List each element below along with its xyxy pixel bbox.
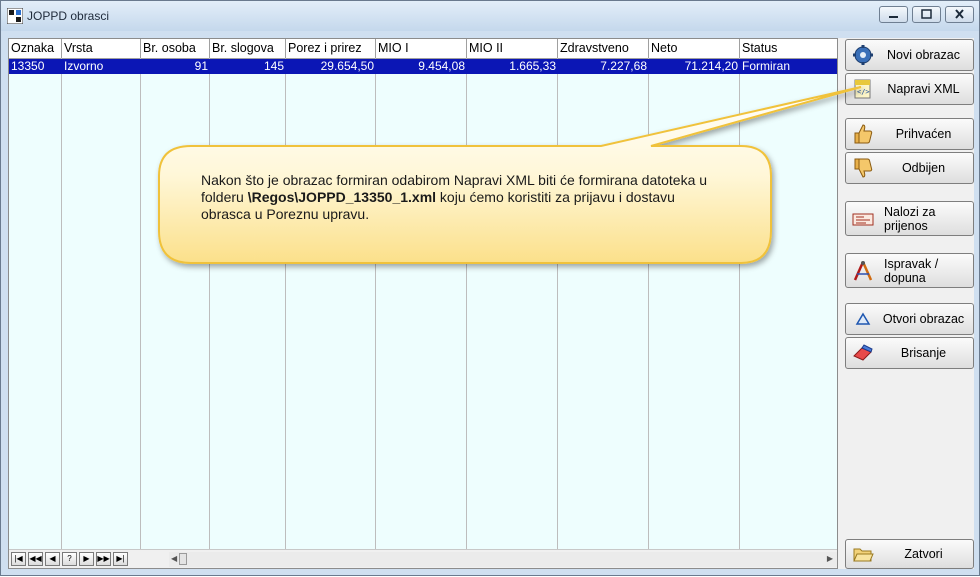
col-header-porez[interactable]: Porez i prirez [286, 39, 376, 58]
open-folder-icon [853, 548, 874, 562]
col-header-br-slogova[interactable]: Br. slogova [210, 39, 286, 58]
cell-oznaka: 13350 [11, 59, 45, 73]
triangle-icon [855, 312, 871, 325]
make-xml-label: Napravi XML [887, 82, 960, 96]
drafting-compass-icon [853, 260, 873, 281]
grid-navigator: |◀ ◀◀ ◀ ? ▶ ▶▶ ▶| ◀ ▶ [9, 549, 837, 568]
column-divider [140, 58, 141, 549]
open-form-label: Otvori obrazac [882, 312, 965, 326]
col-header-zdravstveno[interactable]: Zdravstveno [558, 39, 649, 58]
title-bar: JOPPD obrasci [1, 1, 979, 31]
close-window-button[interactable] [945, 6, 974, 23]
column-divider [285, 58, 286, 549]
payment-orders-button[interactable]: Nalozi za prijenos [845, 201, 974, 236]
payment-orders-label: Nalozi za prijenos [884, 204, 936, 233]
window-title: JOPPD obrasci [27, 9, 110, 23]
horizontal-scrollbar[interactable]: ◀ ▶ [169, 552, 837, 567]
close-label: Zatvori [904, 547, 943, 561]
close-icon [955, 9, 964, 19]
nav-next-page-button[interactable]: ▶▶ [96, 552, 111, 566]
col-header-vrsta[interactable]: Vrsta [62, 39, 141, 58]
nav-prev-button[interactable]: ◀ [45, 552, 60, 566]
table-row[interactable]: 13350 Izvorno 91 145 29.654,50 9.454,08 … [9, 59, 837, 74]
maximize-icon [921, 9, 932, 19]
eraser-icon [853, 344, 873, 361]
accepted-label: Prihvaćen [895, 127, 952, 141]
minimize-button[interactable] [879, 6, 908, 23]
col-header-neto[interactable]: Neto [649, 39, 740, 58]
delete-label: Brisanje [900, 346, 947, 360]
col-header-mio2[interactable]: MIO II [467, 39, 558, 58]
callout-path: \Regos\JOPPD_13350_1.xml [247, 189, 437, 205]
svg-text:</>: </> [857, 88, 870, 96]
col-header-mio1[interactable]: MIO I [376, 39, 467, 58]
rejected-button[interactable]: Odbijen [845, 152, 974, 184]
gear-icon [853, 45, 873, 65]
cell-zdravstveno: 7.227,68 [600, 59, 647, 73]
joppd-grid[interactable]: Oznaka Vrsta Br. osoba Br. slogova Porez… [8, 38, 838, 569]
column-divider [739, 58, 740, 549]
column-divider [648, 58, 649, 549]
scroll-left-icon[interactable]: ◀ [171, 554, 177, 563]
delete-button[interactable]: Brisanje [845, 337, 974, 369]
cell-neto: 71.214,20 [684, 59, 738, 73]
column-divider [61, 58, 62, 549]
payment-order-icon [852, 213, 874, 225]
grid-header: Oznaka Vrsta Br. osoba Br. slogova Porez… [9, 39, 837, 59]
column-divider [209, 58, 210, 549]
xml-file-icon: </> [854, 79, 871, 99]
column-divider [466, 58, 467, 549]
column-divider [557, 58, 558, 549]
cell-mio1: 9.454,08 [418, 59, 465, 73]
cell-mio2: 1.665,33 [509, 59, 556, 73]
client-area: Oznaka Vrsta Br. osoba Br. slogova Porez… [8, 38, 974, 569]
correction-button[interactable]: Ispravak / dopuna [845, 253, 974, 288]
column-divider [375, 58, 376, 549]
joppd-window: JOPPD obrasci Oznaka Vrsta Br. osoba Br.… [0, 0, 980, 576]
scroll-right-icon[interactable]: ▶ [827, 554, 833, 563]
app-icon [7, 8, 23, 24]
cell-vrsta: Izvorno [64, 59, 104, 73]
col-header-br-osoba[interactable]: Br. osoba [141, 39, 210, 58]
minimize-icon [889, 16, 898, 18]
scroll-thumb[interactable] [179, 553, 187, 565]
thumbs-up-icon [854, 124, 873, 144]
col-header-oznaka[interactable]: Oznaka [9, 39, 62, 58]
maximize-button[interactable] [912, 6, 941, 23]
nav-next-button[interactable]: ▶ [79, 552, 94, 566]
new-form-label: Novi obrazac [887, 48, 960, 62]
nav-first-button[interactable]: |◀ [11, 552, 26, 566]
thumbs-down-icon [854, 158, 873, 178]
close-button[interactable]: Zatvori [845, 539, 974, 569]
rejected-label: Odbijen [901, 161, 946, 175]
accepted-button[interactable]: Prihvaćen [845, 118, 974, 150]
cell-porez: 29.654,50 [320, 59, 374, 73]
nav-help-button[interactable]: ? [62, 552, 77, 566]
open-form-button[interactable]: Otvori obrazac [845, 303, 974, 335]
callout-text: Nakon što je obrazac formiran odabirom N… [201, 172, 721, 223]
cell-br-slogova: 145 [263, 59, 284, 73]
make-xml-button[interactable]: </> Napravi XML [845, 73, 974, 105]
correction-label: Ispravak / dopuna [884, 256, 939, 285]
cell-status: Formiran [742, 59, 791, 73]
col-header-status[interactable]: Status [740, 39, 837, 58]
nav-prev-page-button[interactable]: ◀◀ [28, 552, 43, 566]
nav-last-button[interactable]: ▶| [113, 552, 128, 566]
cell-br-osoba: 91 [194, 59, 208, 73]
new-form-button[interactable]: Novi obrazac [845, 39, 974, 71]
